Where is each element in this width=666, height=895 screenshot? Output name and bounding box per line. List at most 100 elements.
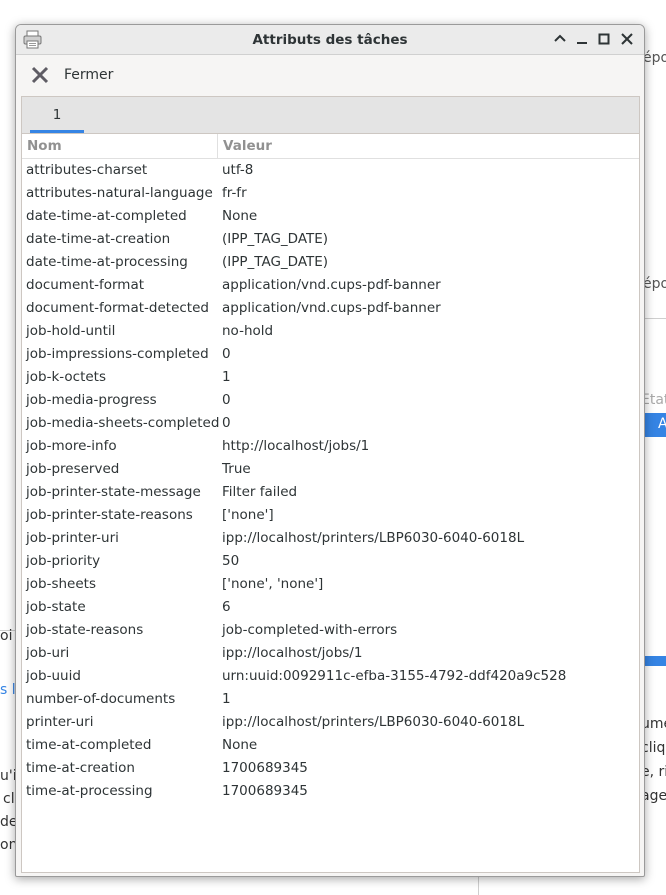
close-x-icon bbox=[31, 66, 49, 84]
attribute-value: 1 bbox=[222, 369, 231, 385]
table-row[interactable]: document-format-detected application/vnd.… bbox=[22, 297, 639, 320]
table-row[interactable]: job-printer-state-message Filter failed bbox=[22, 481, 639, 504]
maximize-chevron-icon[interactable] bbox=[551, 30, 569, 48]
attribute-value: (IPP_TAG_DATE) bbox=[222, 254, 329, 270]
table-row[interactable]: job-k-octets 1 bbox=[22, 366, 639, 389]
restore-icon[interactable] bbox=[595, 30, 613, 48]
attribute-value: 0 bbox=[222, 346, 231, 362]
table-row[interactable]: job-media-sheets-completed 0 bbox=[22, 412, 639, 435]
attributes-list: attributes-charset utf-8 attributes-natura… bbox=[22, 159, 639, 803]
attribute-value: 0 bbox=[222, 415, 231, 431]
attribute-name: job-media-progress bbox=[26, 392, 157, 408]
attribute-name: date-time-at-completed bbox=[26, 208, 187, 224]
close-window-icon[interactable] bbox=[618, 30, 636, 48]
attribute-value: utf-8 bbox=[222, 162, 254, 178]
attribute-name: printer-uri bbox=[26, 714, 94, 730]
attribute-value: application/vnd.cups-pdf-banner bbox=[222, 300, 441, 316]
bg-fragment-2: épo bbox=[643, 276, 666, 292]
attribute-value: 1 bbox=[222, 691, 231, 707]
attribute-name: job-sheets bbox=[26, 576, 96, 592]
table-row[interactable]: job-media-progress 0 bbox=[22, 389, 639, 412]
table-row[interactable]: date-time-at-completed None bbox=[22, 205, 639, 228]
attribute-value: ipp://localhost/jobs/1 bbox=[222, 645, 363, 661]
table-row[interactable]: job-hold-until no-hold bbox=[22, 320, 639, 343]
attribute-name: job-k-octets bbox=[26, 369, 106, 385]
column-separator[interactable] bbox=[217, 134, 218, 158]
table-row[interactable]: job-state-reasons job-completed-with-erro… bbox=[22, 619, 639, 642]
titlebar[interactable]: Attributs des tâches bbox=[16, 25, 644, 55]
minimize-icon[interactable] bbox=[573, 30, 591, 48]
attribute-name: date-time-at-creation bbox=[26, 231, 171, 247]
window-title: Attributs des tâches bbox=[252, 32, 408, 48]
table-row[interactable]: job-sheets ['none', 'none'] bbox=[22, 573, 639, 596]
table-row[interactable]: date-time-at-processing (IPP_TAG_DATE) bbox=[22, 251, 639, 274]
attribute-value: ipp://localhost/printers/LBP6030-6040-60… bbox=[222, 714, 525, 730]
tab-job-1[interactable]: 1 bbox=[30, 97, 84, 133]
table-row[interactable]: time-at-processing 1700689345 bbox=[22, 780, 639, 803]
attribute-value: job-completed-with-errors bbox=[222, 622, 398, 638]
attribute-value: ['none'] bbox=[222, 507, 274, 523]
table-row[interactable]: job-state 6 bbox=[22, 596, 639, 619]
attribute-name: attributes-natural-language bbox=[26, 185, 213, 201]
bg-fragment-9: oi bbox=[0, 628, 13, 644]
table-header: Nom Valeur bbox=[22, 134, 639, 159]
table-row[interactable]: job-impressions-completed 0 bbox=[22, 343, 639, 366]
table-row[interactable]: attributes-charset utf-8 bbox=[22, 159, 639, 182]
attribute-value: 0 bbox=[222, 392, 231, 408]
table-row[interactable]: number-of-documents 1 bbox=[22, 688, 639, 711]
attribute-name: job-printer-uri bbox=[26, 530, 119, 546]
attribute-value: 50 bbox=[222, 553, 240, 569]
table-row[interactable]: attributes-natural-language fr-fr bbox=[22, 182, 639, 205]
attribute-name: number-of-documents bbox=[26, 691, 176, 707]
attribute-name: job-printer-state-message bbox=[26, 484, 201, 500]
attribute-value: no-hold bbox=[222, 323, 274, 339]
bg-fragment-10: s l bbox=[0, 682, 16, 698]
close-button[interactable]: Fermer bbox=[30, 59, 113, 91]
table-row[interactable]: document-format application/vnd.cups-pdf-… bbox=[22, 274, 639, 297]
table-row[interactable]: job-preserved True bbox=[22, 458, 639, 481]
attribute-value: urn:uuid:0092911c-efba-3155-4792-ddf420a… bbox=[222, 668, 567, 684]
attribute-name: time-at-creation bbox=[26, 760, 135, 776]
attribute-name: job-media-sheets-completed bbox=[26, 415, 220, 431]
attribute-name: job-state-reasons bbox=[26, 622, 144, 638]
tab-bar: 1 bbox=[22, 97, 639, 134]
tab-label: 1 bbox=[52, 107, 62, 123]
attribute-value: (IPP_TAG_DATE) bbox=[222, 231, 329, 247]
attribute-value: application/vnd.cups-pdf-banner bbox=[222, 277, 441, 293]
table-row[interactable]: time-at-completed None bbox=[22, 734, 639, 757]
table-row[interactable]: job-priority 50 bbox=[22, 550, 639, 573]
table-row[interactable]: date-time-at-creation (IPP_TAG_DATE) bbox=[22, 228, 639, 251]
attribute-name: job-more-info bbox=[26, 438, 117, 454]
column-header-name[interactable]: Nom bbox=[27, 138, 62, 154]
bg-fragment-12: cl bbox=[3, 791, 15, 807]
attribute-name: document-format-detected bbox=[26, 300, 209, 316]
attribute-value: http://localhost/jobs/1 bbox=[222, 438, 370, 454]
attribute-name: job-uri bbox=[26, 645, 70, 661]
bg-divider-2 bbox=[478, 875, 479, 895]
attribute-value: 1700689345 bbox=[222, 783, 308, 799]
table-row[interactable]: job-printer-uri ipp://localhost/printers/… bbox=[22, 527, 639, 550]
attribute-name: time-at-completed bbox=[26, 737, 152, 753]
table-row[interactable]: job-uri ipp://localhost/jobs/1 bbox=[22, 642, 639, 665]
attribute-value: None bbox=[222, 737, 258, 753]
attribute-name: attributes-charset bbox=[26, 162, 148, 178]
attribute-name: job-impressions-completed bbox=[26, 346, 209, 362]
attribute-value: 6 bbox=[222, 599, 231, 615]
attribute-name: date-time-at-processing bbox=[26, 254, 188, 270]
column-header-value[interactable]: Valeur bbox=[223, 138, 272, 154]
bg-fragment-4: A bbox=[658, 416, 666, 432]
table-row[interactable]: job-more-info http://localhost/jobs/1 bbox=[22, 435, 639, 458]
attribute-name: job-preserved bbox=[26, 461, 120, 477]
job-attributes-dialog: Attributs des tâches Fermer 1 Nom Valeur… bbox=[15, 24, 645, 877]
table-row[interactable]: job-uuid urn:uuid:0092911c-efba-3155-4792… bbox=[22, 665, 639, 688]
attribute-value: Filter failed bbox=[222, 484, 298, 500]
attribute-name: job-state bbox=[26, 599, 86, 615]
toolbar: Fermer bbox=[16, 55, 644, 95]
attribute-value: fr-fr bbox=[222, 185, 247, 201]
attribute-name: job-hold-until bbox=[26, 323, 116, 339]
table-row[interactable]: job-printer-state-reasons ['none'] bbox=[22, 504, 639, 527]
close-button-label: Fermer bbox=[64, 67, 114, 83]
table-row[interactable]: time-at-creation 1700689345 bbox=[22, 757, 639, 780]
table-row[interactable]: printer-uri ipp://localhost/printers/LBP6… bbox=[22, 711, 639, 734]
attribute-value: ['none', 'none'] bbox=[222, 576, 324, 592]
